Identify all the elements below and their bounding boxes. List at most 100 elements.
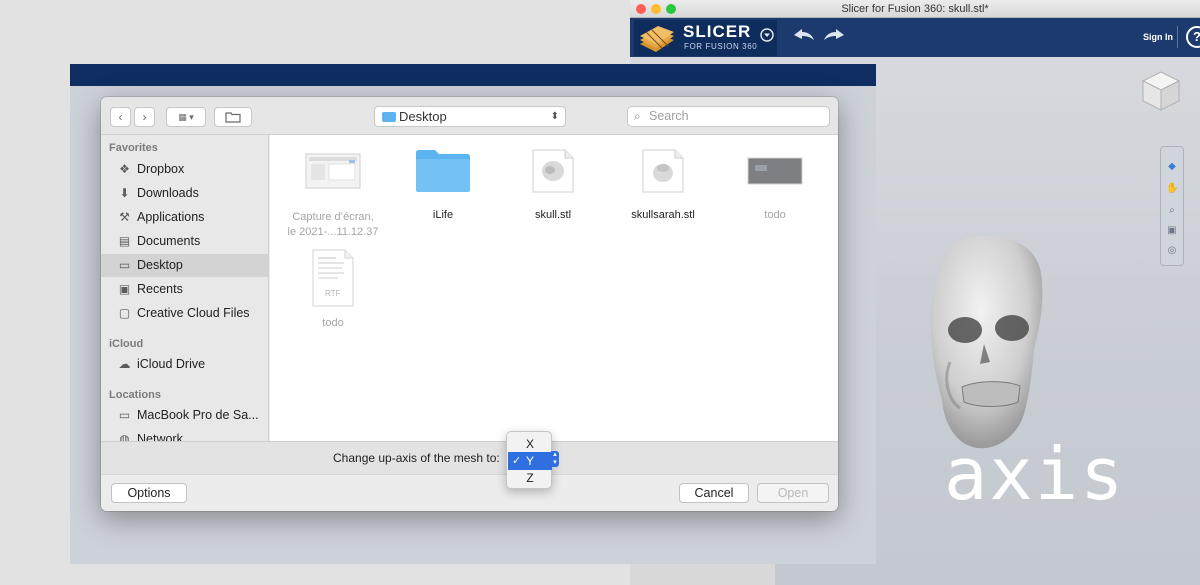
undo-icon[interactable] bbox=[792, 27, 816, 47]
rtf-badge: RTF bbox=[325, 289, 341, 298]
file-name: iLife bbox=[432, 209, 454, 221]
sidebar-item-label: Network bbox=[137, 432, 183, 441]
checkmark-icon: ✓ bbox=[512, 455, 522, 467]
menu-item-x[interactable]: X bbox=[508, 435, 552, 453]
applications-icon: ⚒ bbox=[119, 210, 130, 224]
new-folder-icon bbox=[225, 112, 241, 123]
accessory-bar: Change up-axis of the mesh to: bbox=[101, 441, 838, 474]
sidebar-heading-locations: Locations bbox=[109, 389, 161, 401]
sidebar-item-network[interactable]: ◍ Network bbox=[101, 428, 268, 442]
icon-grid-icon: ▦ ▾ bbox=[178, 112, 194, 122]
stl-file-icon bbox=[532, 149, 574, 193]
file-item[interactable]: skull.stl bbox=[498, 149, 608, 223]
sidebar-item-label: Documents bbox=[137, 234, 201, 248]
search-input[interactable]: ⌕ Search bbox=[627, 106, 830, 127]
cancel-button[interactable]: Cancel bbox=[679, 483, 749, 503]
file-item[interactable]: skullsarah.stl bbox=[608, 149, 718, 223]
file-browser: Capture d’écran, le 2021-...11.12.37 iLi… bbox=[270, 135, 838, 441]
open-button[interactable]: Open bbox=[757, 483, 829, 503]
fit-view-icon[interactable]: ▣ bbox=[1166, 225, 1178, 237]
sidebar-item-label: Dropbox bbox=[137, 162, 185, 176]
help-icon[interactable]: ? bbox=[1186, 26, 1200, 48]
rtf-file-icon bbox=[312, 249, 354, 307]
slicer-logo: SLICER FOR FUSION 360 bbox=[634, 20, 777, 56]
options-button[interactable]: Options bbox=[111, 483, 187, 503]
sidebar-item-label: Downloads bbox=[137, 186, 199, 200]
file-item[interactable]: todo bbox=[720, 157, 830, 223]
file-name-line2: le 2021-...11.12.37 bbox=[287, 226, 379, 238]
sidebar-item-label: iCloud Drive bbox=[137, 357, 206, 371]
sidebar-item-applications[interactable]: ⚒ Applications bbox=[101, 206, 268, 229]
dropbox-icon: ❖ bbox=[119, 162, 130, 176]
sidebar-heading-icloud: iCloud bbox=[109, 338, 144, 350]
sidebar-item-documents[interactable]: ▤ Documents bbox=[101, 230, 268, 253]
sidebar-item-label: Creative Cloud Files bbox=[137, 306, 250, 320]
sidebar-item-desktop[interactable]: ▭ Desktop bbox=[101, 254, 268, 277]
background-window-header bbox=[70, 64, 876, 86]
popup-stepper-icon[interactable]: ▴ ▾ bbox=[551, 451, 559, 467]
redo-icon[interactable] bbox=[822, 27, 846, 47]
dialog-toolbar: ‹ › ▦ ▾ Desktop ⬍ ⌕ Search bbox=[101, 97, 838, 135]
file-item[interactable]: RTF todo bbox=[278, 249, 388, 331]
search-icon: ⌕ bbox=[634, 109, 641, 123]
zoom-window-button[interactable] bbox=[666, 4, 676, 14]
minimize-window-button[interactable] bbox=[651, 4, 661, 14]
recents-icon: ▣ bbox=[118, 282, 131, 296]
laptop-icon: ▭ bbox=[118, 408, 131, 422]
view-mode-button[interactable]: ▦ ▾ bbox=[166, 107, 206, 127]
slicer-toolbar: SLICER FOR FUSION 360 Sign In ? bbox=[630, 18, 1200, 57]
open-file-dialog: ‹ › ▦ ▾ Desktop ⬍ ⌕ Search Favorites ❖ D… bbox=[101, 97, 838, 511]
location-dropdown[interactable]: Desktop ⬍ bbox=[374, 106, 566, 127]
chevron-left-icon: ‹ bbox=[118, 110, 123, 124]
file-name: skull.stl bbox=[534, 209, 572, 221]
file-item[interactable]: Capture d’écran, le 2021-...11.12.37 bbox=[278, 153, 388, 240]
sidebar-item-creative-cloud[interactable]: ▢ Creative Cloud Files bbox=[101, 302, 268, 325]
sidebar-item-recents[interactable]: ▣ Recents bbox=[101, 278, 268, 301]
up-axis-label: Change up-axis of the mesh to: bbox=[333, 451, 500, 465]
orbit-icon[interactable]: ◆ bbox=[1166, 161, 1178, 173]
downloads-icon: ⬇ bbox=[119, 186, 130, 200]
slicer-window-title: Slicer for Fusion 360: skull.stl* bbox=[841, 3, 989, 15]
desktop-icon: ▭ bbox=[118, 258, 131, 272]
stl-file-icon bbox=[642, 149, 684, 193]
zoom-icon[interactable]: ⌕ bbox=[1166, 205, 1178, 217]
menu-item-z[interactable]: Z bbox=[508, 469, 552, 487]
up-axis-menu[interactable]: X ✓ Y Z bbox=[506, 431, 552, 489]
background-strip bbox=[630, 564, 775, 585]
sidebar-item-dropbox[interactable]: ❖ Dropbox bbox=[101, 158, 268, 181]
dialog-footer: Options Cancel Open bbox=[101, 474, 838, 511]
sidebar-item-downloads[interactable]: ⬇ Downloads bbox=[101, 182, 268, 205]
sidebar-item-icloud-drive[interactable]: ☁ iCloud Drive bbox=[101, 353, 268, 376]
screenshot-thumbnail-icon bbox=[305, 153, 361, 189]
location-label: Desktop bbox=[399, 109, 447, 124]
cloud-icon: ☁ bbox=[118, 357, 131, 371]
file-name: Capture d’écran, bbox=[292, 211, 374, 223]
updown-chevron-icon: ⬍ bbox=[550, 111, 559, 122]
toolbar-divider bbox=[1177, 26, 1178, 48]
dropdown-menu-icon[interactable] bbox=[760, 28, 774, 46]
folder-icon bbox=[416, 150, 470, 192]
folder-icon: ▢ bbox=[118, 306, 131, 320]
folder-icon bbox=[382, 112, 396, 122]
sidebar-item-label: Applications bbox=[137, 210, 205, 224]
close-window-button[interactable] bbox=[636, 4, 646, 14]
sidebar-item-label: Recents bbox=[137, 282, 183, 296]
sign-in-link[interactable]: Sign In bbox=[1143, 32, 1173, 42]
view-cube-icon[interactable] bbox=[1140, 70, 1182, 112]
skull-model bbox=[930, 235, 1043, 449]
sidebar-item-macbook[interactable]: ▭ MacBook Pro de Sa... bbox=[101, 404, 268, 427]
look-at-icon[interactable]: ◎ bbox=[1166, 245, 1178, 257]
back-button[interactable]: ‹ bbox=[110, 107, 131, 127]
slicer-title-bar: Slicer for Fusion 360: skull.stl* bbox=[630, 0, 1200, 18]
network-icon: ◍ bbox=[119, 432, 130, 442]
forward-button[interactable]: › bbox=[134, 107, 155, 127]
new-folder-button[interactable] bbox=[214, 107, 252, 127]
slicer-logo-icon bbox=[640, 26, 674, 52]
menu-item-label: Y bbox=[525, 454, 534, 468]
pan-hand-icon[interactable]: ✋ bbox=[1166, 183, 1178, 195]
documents-icon: ▤ bbox=[118, 234, 131, 248]
slicer-logo-text: SLICER bbox=[683, 22, 752, 41]
menu-item-y[interactable]: ✓ Y bbox=[508, 452, 552, 470]
file-item[interactable]: iLife bbox=[388, 149, 498, 223]
chevron-right-icon: › bbox=[142, 110, 147, 124]
